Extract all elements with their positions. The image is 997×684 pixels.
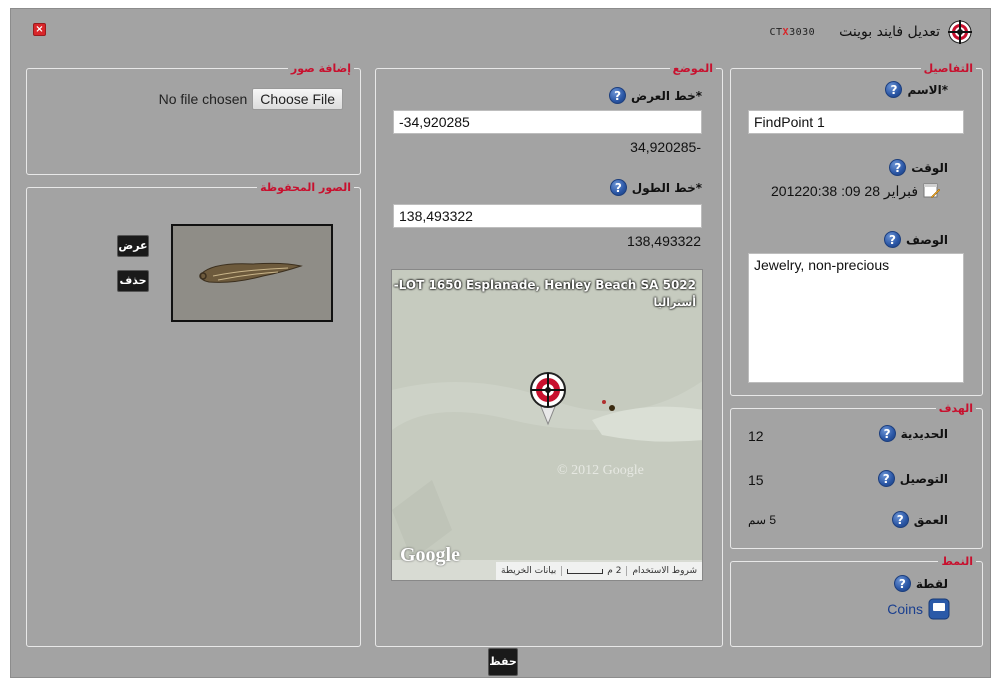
name-label-row: *الاسم ? [885,81,948,98]
title-bar: تعديل فايند بوينت CTX3030 [769,19,972,45]
details-legend: التفاصيل [923,62,973,75]
map-address-line2: أستراليا [653,296,696,309]
no-file-chosen-text: No file chosen [158,91,248,107]
dialog-title: تعديل فايند بوينت [839,24,940,40]
conductive-label: التوصيل [899,471,948,486]
wing-charm-image [173,226,331,320]
help-icon[interactable]: ? [609,179,627,196]
help-icon[interactable]: ? [883,231,901,248]
save-button[interactable]: حفظ [488,648,518,676]
map-view[interactable]: -LOT 1650 Esplanade, Henley Beach SA 502… [391,269,703,581]
time-value-row: 201220:38 :09 فبراير 28 [771,182,941,200]
scale-bar [567,568,604,574]
target-legend: الهدف [938,402,973,415]
pattern-legend: النمط [941,555,973,568]
name-input[interactable]: FindPoint 1 [748,110,964,134]
latitude-display: 34,920285- [630,139,701,155]
delete-image-button[interactable]: حذف [117,270,149,292]
help-icon[interactable]: ? [889,159,907,176]
longitude-label-row: *خط الطول ? [609,179,702,196]
help-icon[interactable]: ? [885,81,903,98]
calendar-edit-icon[interactable] [923,182,941,200]
saved-image-thumbnail[interactable] [171,224,333,322]
conductive-value: 15 [748,472,764,488]
findpoint-target-icon [948,20,972,44]
add-images-legend: إضافة صور [290,62,351,75]
time-value: 201220:38 :09 فبراير 28 [771,182,919,199]
google-logo: Google [400,544,460,566]
map-scale-label: 2 م [607,566,622,576]
longitude-label: *خط الطول [631,180,702,195]
help-icon[interactable]: ? [878,425,896,442]
add-images-panel: إضافة صور [26,62,361,175]
saved-images-legend: الصور المحفوظة [260,181,351,194]
pattern-type-row[interactable]: Coins [887,598,950,620]
terms-link[interactable]: شروط الاستخدام [627,566,702,576]
description-textarea[interactable]: Jewelry, non-precious [748,253,964,383]
location-legend: الموضع [672,62,713,75]
map-data-link[interactable]: بيانات الخريطة [496,566,561,576]
longitude-input[interactable]: 138,493322 [393,204,702,228]
edit-findpoint-dialog: × تعديل فايند بوينت CTX3030 التفاصيل *ال… [10,8,991,678]
description-label: الوصف [905,232,948,247]
time-label: الوقت [911,160,948,175]
latitude-input[interactable]: -34,920285 [393,110,702,134]
latitude-label-row: *خط العرض ? [609,87,702,104]
map-footer: شروط الاستخدام 2 م بيانات الخريطة [496,562,702,580]
help-icon[interactable]: ? [893,575,911,592]
help-icon[interactable]: ? [609,87,627,104]
longitude-display: 138,493322 [627,233,701,249]
point-label-row: لقطة ? [893,575,948,592]
help-icon[interactable]: ? [891,511,909,528]
ctx-3030-logo: CTX3030 [769,26,816,38]
ferrous-value: 12 [748,428,764,444]
map-scale: 2 م [561,566,628,576]
close-icon[interactable]: × [33,23,46,36]
coins-pattern-icon [928,598,950,620]
map-watermark: © 2012 Google [557,463,644,478]
name-label: *الاسم [907,82,948,97]
choose-file-button[interactable]: Choose File [252,88,343,110]
ferrous-label: الحديدية [900,426,948,441]
depth-label-row: العمق ? [891,511,948,528]
pattern-type-value: Coins [887,601,923,617]
map-address-line1: -LOT 1650 Esplanade, Henley Beach SA 502… [393,278,696,292]
time-label-row: الوقت ? [889,159,948,176]
latitude-label: *خط العرض [631,88,702,103]
depth-label: العمق [913,512,948,527]
file-picker: No file chosen Choose File [159,88,343,110]
point-label: لقطة [915,576,948,591]
map-marker-icon[interactable] [528,372,568,426]
description-label-row: الوصف ? [883,231,948,248]
view-image-button[interactable]: عرض [117,235,149,257]
help-icon[interactable]: ? [877,470,895,487]
conductive-label-row: التوصيل ? [877,470,948,487]
depth-value: 5 سم [748,513,777,527]
ferrous-label-row: الحديدية ? [878,425,948,442]
